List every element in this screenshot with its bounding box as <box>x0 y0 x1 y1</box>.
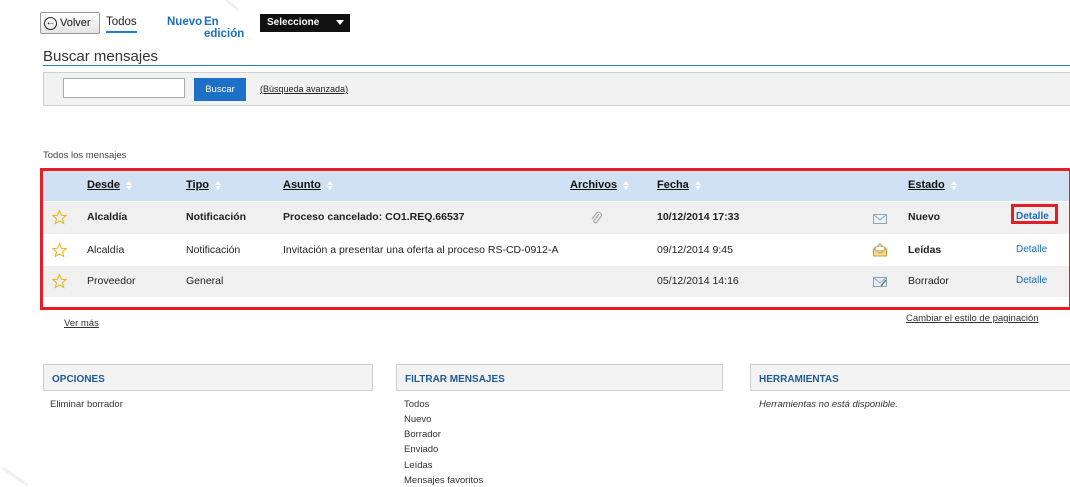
select-dropdown-label: Seleccione <box>267 17 320 28</box>
highlight-box-messages <box>40 168 1070 310</box>
arrow-left-icon: ← <box>44 16 57 30</box>
select-dropdown[interactable]: Seleccione <box>260 14 350 32</box>
search-button[interactable]: Buscar <box>194 78 246 101</box>
tools-unavailable-note: Herramientas no está disponible. <box>759 399 898 410</box>
options-item-delete-draft[interactable]: Eliminar borrador <box>50 399 123 410</box>
filter-item-borrador[interactable]: Borrador <box>404 429 441 440</box>
filter-item-todos[interactable]: Todos <box>404 399 429 410</box>
tab-nuevo[interactable]: Nuevo <box>167 16 202 28</box>
divider <box>43 65 1070 66</box>
decorative-streak <box>217 0 239 12</box>
change-pagination-link[interactable]: Cambiar el estilo de paginación <box>906 313 1039 324</box>
options-panel-title: OPCIONES <box>52 374 105 385</box>
search-input[interactable] <box>63 78 185 98</box>
tab-todos[interactable]: Todos <box>106 16 137 33</box>
advanced-search-link[interactable]: (Búsqueda avanzada) <box>260 84 348 94</box>
filter-item-leidas[interactable]: Leídas <box>404 460 433 471</box>
search-section-title: Buscar mensajes <box>43 48 159 65</box>
see-more-link[interactable]: Ver más <box>64 318 99 329</box>
back-button-label: Volver <box>60 17 91 29</box>
filter-item-nuevo[interactable]: Nuevo <box>404 414 431 425</box>
decorative-streak <box>1 466 29 487</box>
tab-en-edicion[interactable]: En edición <box>204 16 244 40</box>
back-button[interactable]: ← Volver <box>40 12 100 34</box>
filter-item-favoritos[interactable]: Mensajes favoritos <box>404 475 483 486</box>
filter-item-enviado[interactable]: Enviado <box>404 444 438 455</box>
tools-panel-title: HERRAMIENTAS <box>759 374 839 385</box>
highlight-box-detail <box>1011 204 1058 224</box>
filter-panel-title: FILTRAR MENSAJES <box>405 374 505 385</box>
messages-section-label: Todos los mensajes <box>43 150 127 161</box>
chevron-down-icon <box>336 20 344 25</box>
